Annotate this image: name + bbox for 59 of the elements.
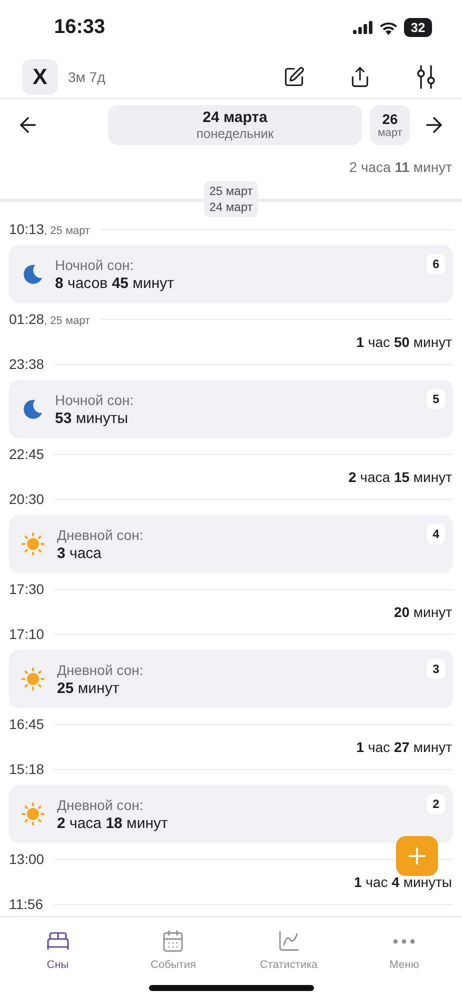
sun-icon bbox=[21, 667, 45, 691]
sleep-card[interactable]: Дневной сон: 3 часа 4 bbox=[9, 515, 453, 573]
sleep-duration: 2 часа 18 минут bbox=[57, 814, 168, 832]
time-label: 17:30 bbox=[9, 581, 44, 597]
more-icon bbox=[393, 939, 416, 944]
battery-level: 32 bbox=[404, 18, 432, 37]
sleep-duration: 8 часов 45 минут bbox=[55, 274, 174, 292]
sleep-type: Ночной сон: bbox=[55, 256, 134, 272]
chart-icon bbox=[276, 929, 301, 953]
signal-icon bbox=[353, 21, 373, 34]
sleep-card[interactable]: Дневной сон: 25 минут 3 bbox=[9, 650, 453, 708]
sleep-number: 5 bbox=[427, 389, 445, 409]
sleep-number: 2 bbox=[427, 794, 445, 814]
time-label: 20:30 bbox=[9, 491, 44, 507]
time-label: 11:56 bbox=[9, 896, 43, 912]
sleep-duration: 53 минуты bbox=[55, 410, 128, 426]
sleep-type: Дневной сон: bbox=[57, 526, 144, 542]
sleep-number: 6 bbox=[427, 254, 445, 274]
moon-icon bbox=[21, 398, 43, 420]
time-label: 17:10 bbox=[9, 626, 44, 642]
gap-duration: 1 час 4 минуты bbox=[354, 874, 452, 890]
sleep-duration: 25 минут bbox=[57, 680, 120, 696]
tab[interactable]: Сны bbox=[0, 929, 116, 977]
sleep-number: 3 bbox=[427, 659, 445, 679]
sun-icon bbox=[21, 802, 45, 826]
sleep-type: Дневной сон: bbox=[57, 796, 144, 812]
day-divider-date: 24 март bbox=[209, 200, 253, 214]
gap-duration: 20 минут bbox=[394, 604, 452, 620]
time-label: 23:38 bbox=[9, 356, 44, 372]
share-icon bbox=[349, 66, 371, 88]
status-time: 16:33 bbox=[54, 16, 106, 39]
sleep-type: Дневной сон: bbox=[57, 662, 144, 678]
sleep-card[interactable]: Ночной сон: 53 минуты 5 bbox=[9, 380, 453, 438]
sun-icon bbox=[21, 532, 45, 556]
next-date-button[interactable]: 26 март bbox=[370, 105, 410, 145]
edit-icon bbox=[283, 66, 305, 88]
settings-icon bbox=[416, 64, 436, 88]
gap-duration: 1 час 27 минут bbox=[356, 738, 452, 754]
time-label: 22:45 bbox=[9, 446, 44, 462]
moon-icon bbox=[21, 263, 43, 285]
calendar-icon bbox=[161, 929, 186, 953]
gap-duration: 1 час 50 минут bbox=[356, 334, 452, 350]
gap-duration: 2 часа 11 минут bbox=[349, 158, 452, 174]
day-divider-date: 25 март bbox=[209, 184, 253, 198]
time-label: 13:00 bbox=[9, 851, 44, 867]
sleep-card[interactable]: Дневной сон: 2 часа 18 минут 2 bbox=[9, 785, 453, 843]
time-label: 15:18 bbox=[9, 761, 44, 777]
sleep-number: 4 bbox=[427, 524, 445, 544]
current-date-button[interactable]: 24 марта понедельник bbox=[108, 105, 362, 145]
time-label: 10:13, 25 март bbox=[9, 221, 90, 237]
sleep-card[interactable]: Ночной сон: 8 часов 45 минут 6 bbox=[9, 245, 453, 303]
wifi-icon bbox=[379, 20, 398, 34]
gap-duration: 2 часа 15 минут bbox=[348, 468, 452, 484]
sleep-type: Ночной сон: bbox=[55, 392, 134, 408]
sleep-duration: 3 часа bbox=[57, 544, 102, 562]
child-age: 3м 7д bbox=[68, 68, 106, 84]
time-label: 16:45 bbox=[9, 716, 44, 732]
close-button[interactable]: X bbox=[22, 58, 58, 94]
time-label: 01:28, 25 март bbox=[9, 311, 90, 327]
